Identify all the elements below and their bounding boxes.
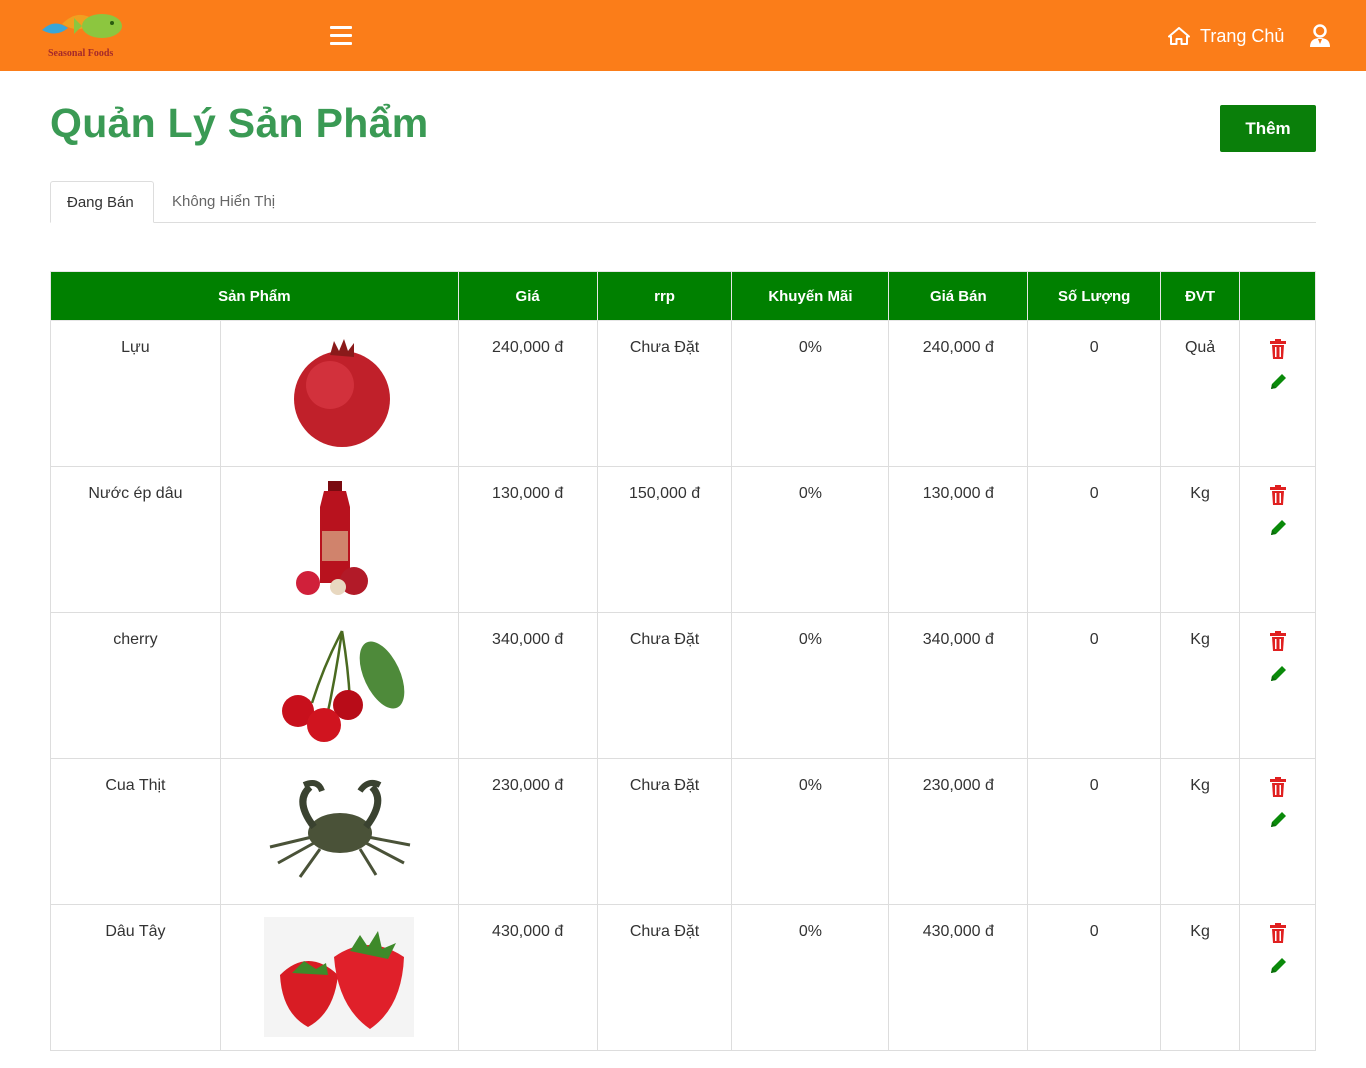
sale-price: 240,000 đ xyxy=(888,320,1029,467)
header-san-pham: Sản Phẩm xyxy=(50,271,459,321)
sale-price: 230,000 đ xyxy=(888,758,1029,905)
product-name: Nước ép dâu xyxy=(50,466,221,613)
rrp: Chưa Đặt xyxy=(596,758,733,905)
price: 130,000 đ xyxy=(457,466,598,613)
edit-pencil-icon[interactable] xyxy=(1269,809,1287,829)
tab-dang-ban[interactable]: Đang Bán xyxy=(50,181,154,223)
strawberry-juice-image xyxy=(296,481,369,595)
header-actions xyxy=(1239,271,1316,321)
sale-price: 340,000 đ xyxy=(888,612,1029,759)
price: 340,000 đ xyxy=(457,612,598,759)
pomegranate-image xyxy=(294,339,391,447)
rrp: Chưa Đặt xyxy=(596,320,733,467)
price: 240,000 đ xyxy=(457,320,598,467)
product-name: cherry xyxy=(50,612,221,759)
seasonal-foods-logo[interactable]: Seasonal Foods xyxy=(38,8,128,64)
table-row: cherry 340,000 đ Chưa Đặt 0% 340,000 đ 0… xyxy=(50,612,1316,759)
table-row: Nước ép dâu 130,000 đ 150,000 đ 0% 130,0… xyxy=(50,466,1316,613)
quantity: 0 xyxy=(1027,758,1162,905)
table-row: Cua Thịt 230,000 đ Chưa Đặt 0% 230,000 đ… xyxy=(50,758,1316,905)
home-label: Trang Chủ xyxy=(1200,25,1285,46)
strawberries-image xyxy=(264,917,415,1037)
quantity: 0 xyxy=(1027,612,1162,759)
unit: Quả xyxy=(1160,320,1241,467)
logo-text: Seasonal Foods xyxy=(48,48,114,59)
price: 430,000 đ xyxy=(457,904,598,1051)
unit: Kg xyxy=(1160,466,1241,613)
delete-trash-icon[interactable] xyxy=(1269,923,1287,943)
unit: Kg xyxy=(1160,758,1241,905)
add-product-button[interactable]: Thêm xyxy=(1220,105,1316,152)
unit: Kg xyxy=(1160,612,1241,759)
quantity: 0 xyxy=(1027,466,1162,613)
menu-toggle-icon[interactable] xyxy=(330,26,352,46)
table-row: Lựu 240,000 đ Chưa Đặt 0% 240,000 đ 0 Qu… xyxy=(50,320,1316,467)
crab-image xyxy=(269,780,411,878)
page-title: Quản Lý Sản Phẩm xyxy=(50,100,429,146)
home-link[interactable]: Trang Chủ xyxy=(1168,24,1284,48)
header-gia: Giá xyxy=(457,271,598,321)
sale-price: 430,000 đ xyxy=(888,904,1029,1051)
table-header-row: Sản Phẩm Giá rrp Khuyến Mãi Giá Bán Số L… xyxy=(50,271,1316,321)
delete-trash-icon[interactable] xyxy=(1269,339,1287,359)
product-status-tabs: Đang Bán Không Hiển Thị xyxy=(50,181,1316,223)
edit-pencil-icon[interactable] xyxy=(1269,663,1287,683)
tab-khong-hien-thi[interactable]: Không Hiển Thị xyxy=(156,181,291,223)
rrp: Chưa Đặt xyxy=(596,612,733,759)
delete-trash-icon[interactable] xyxy=(1269,777,1287,797)
unit: Kg xyxy=(1160,904,1241,1051)
product-name: Dâu Tây xyxy=(50,904,221,1051)
header-khuyen-mai: Khuyến Mãi xyxy=(731,271,890,321)
table-row: Dâu Tây 430,000 đ Chưa Đặt 0% 430,000 đ … xyxy=(50,904,1316,1051)
promotion: 0% xyxy=(731,904,890,1051)
rrp: 150,000 đ xyxy=(596,466,733,613)
header-rrp: rrp xyxy=(596,271,733,321)
delete-trash-icon[interactable] xyxy=(1269,485,1287,505)
edit-pencil-icon[interactable] xyxy=(1269,955,1287,975)
promotion: 0% xyxy=(731,758,890,905)
cherries-image xyxy=(282,630,405,742)
quantity: 0 xyxy=(1027,320,1162,467)
header-so-luong: Số Lượng xyxy=(1027,271,1162,321)
header-dvt: ĐVT xyxy=(1160,271,1241,321)
sale-price: 130,000 đ xyxy=(888,466,1029,613)
promotion: 0% xyxy=(731,466,890,613)
products-table: Sản Phẩm Giá rrp Khuyến Mãi Giá Bán Số L… xyxy=(50,271,1316,1051)
delete-trash-icon[interactable] xyxy=(1269,631,1287,651)
price: 230,000 đ xyxy=(457,758,598,905)
user-account-icon[interactable] xyxy=(1309,24,1331,48)
product-name: Cua Thịt xyxy=(50,758,221,905)
rrp: Chưa Đặt xyxy=(596,904,733,1051)
home-icon xyxy=(1168,27,1190,45)
promotion: 0% xyxy=(731,612,890,759)
edit-pencil-icon[interactable] xyxy=(1269,517,1287,537)
top-navbar: Seasonal Foods Trang Chủ xyxy=(0,0,1366,71)
promotion: 0% xyxy=(731,320,890,467)
edit-pencil-icon[interactable] xyxy=(1269,371,1287,391)
product-name: Lựu xyxy=(50,320,221,467)
quantity: 0 xyxy=(1027,904,1162,1051)
header-gia-ban: Giá Bán xyxy=(888,271,1029,321)
